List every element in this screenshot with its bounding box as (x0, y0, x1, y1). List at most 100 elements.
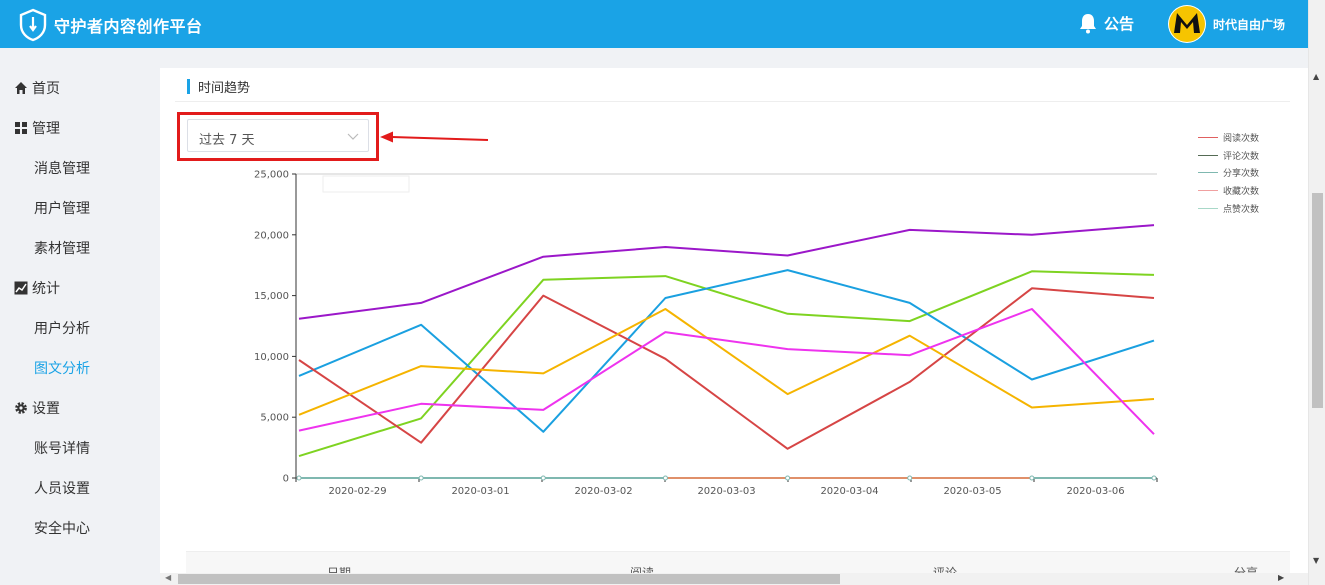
series-line (298, 308, 1155, 416)
sidebar-item-label: 人员设置 (34, 481, 90, 497)
y-tick-label: 0 (283, 474, 289, 485)
title-accent-bar (187, 78, 190, 94)
sidebar: 首页 管理 消息管理 用户管理 素材管理 统计 用户分析 图文分析 设置 账号详… (0, 48, 160, 585)
legend-item[interactable]: 收藏次数 (1198, 182, 1259, 200)
section-title-text: 时间趋势 (198, 80, 251, 96)
vertical-scrollbar[interactable]: ▲ ▼ (1308, 0, 1325, 585)
sidebar-item-manage[interactable]: 管理 (0, 108, 160, 148)
sidebar-item-home[interactable]: 首页 (0, 68, 160, 108)
sidebar-item-label: 管理 (32, 121, 60, 137)
notice-label: 公告 (1104, 14, 1135, 33)
sidebar-item-user-analysis[interactable]: 用户分析 (0, 308, 160, 348)
shield-logo-icon (19, 8, 47, 42)
sidebar-item-user-manage[interactable]: 用户管理 (0, 188, 160, 228)
horizontal-scrollbar[interactable]: ◀ ▶ (160, 573, 1308, 585)
x-tick-label: 2020-03-04 (820, 486, 878, 497)
series-line (298, 224, 1155, 320)
avatar-logo-icon (1169, 6, 1205, 42)
user-menu[interactable]: 时代自由广场 (1168, 5, 1285, 43)
y-tick-label: 25,000 (254, 170, 289, 181)
x-tick-label: 2020-03-05 (943, 486, 1001, 497)
legend-item[interactable]: 阅读次数 (1198, 129, 1259, 147)
series-line (298, 308, 1155, 435)
column-header-date: 日期 (327, 566, 352, 573)
sidebar-item-security-center[interactable]: 安全中心 (0, 508, 160, 548)
data-point (1029, 475, 1035, 481)
sidebar-item-label: 设置 (32, 401, 60, 417)
x-tick-label: 2020-03-03 (697, 486, 755, 497)
legend-item[interactable]: 评论次数 (1198, 147, 1259, 165)
app-title: 守护者内容创作平台 (54, 17, 203, 36)
sidebar-item-settings[interactable]: 设置 (0, 388, 160, 428)
scroll-right-icon[interactable]: ▶ (1278, 573, 1284, 582)
chart-legend: 阅读次数 评论次数 分享次数 收藏次数 点赞次数 (1198, 129, 1259, 217)
legend-swatch (1198, 190, 1218, 192)
sidebar-item-label: 用户分析 (34, 321, 90, 337)
data-point (785, 475, 791, 481)
notice-button[interactable]: 公告 (1078, 12, 1134, 34)
main-panel: 时间趋势 过去 7 天 阅读次数 评论次数 分享次数 收藏次数 点赞次数 0 5,… (160, 68, 1308, 573)
top-header: 守护者内容创作平台 公告 时代自由广场 (0, 0, 1308, 48)
section-title: 时间趋势 (187, 78, 251, 96)
column-header-share: 分享 (1234, 566, 1259, 573)
sidebar-item-label: 账号详情 (34, 441, 90, 457)
y-tick-label: 20,000 (254, 230, 289, 241)
sidebar-item-label: 安全中心 (34, 521, 90, 537)
data-point (907, 475, 913, 481)
legend-item[interactable]: 点赞次数 (1198, 199, 1259, 217)
annotation-highlight-box (177, 112, 379, 161)
home-icon (14, 81, 28, 95)
sidebar-item-material-manage[interactable]: 素材管理 (0, 228, 160, 268)
sidebar-item-label: 消息管理 (34, 161, 90, 177)
sidebar-item-staff-settings[interactable]: 人员设置 (0, 468, 160, 508)
legend-swatch (1198, 172, 1218, 174)
legend-label: 点赞次数 (1223, 204, 1260, 215)
sidebar-item-message-manage[interactable]: 消息管理 (0, 148, 160, 188)
avatar (1168, 5, 1206, 43)
legend-label: 评论次数 (1223, 151, 1260, 162)
annotation-arrow-icon (380, 131, 489, 143)
y-tick-label: 10,000 (254, 352, 289, 363)
legend-item[interactable]: 分享次数 (1198, 164, 1259, 182)
sidebar-item-label: 素材管理 (34, 241, 90, 257)
legend-label: 阅读次数 (1223, 134, 1260, 145)
scroll-down-icon[interactable]: ▼ (1313, 556, 1319, 565)
sidebar-item-label: 用户管理 (34, 201, 90, 217)
legend-swatch (1198, 137, 1218, 139)
data-point (540, 475, 546, 481)
x-tick-label: 2020-03-01 (451, 486, 509, 497)
chart-icon (14, 281, 28, 295)
legend-swatch (1198, 154, 1218, 156)
legend-swatch (1198, 207, 1218, 209)
scroll-left-icon[interactable]: ◀ (165, 573, 171, 582)
scroll-up-icon[interactable]: ▲ (1313, 72, 1319, 81)
data-point (1151, 475, 1157, 481)
sidebar-item-article-analysis[interactable]: 图文分析 (0, 348, 160, 388)
data-point (418, 475, 424, 481)
y-tick-label: 15,000 (254, 291, 289, 302)
username: 时代自由广场 (1213, 17, 1286, 32)
grid-icon (14, 121, 28, 135)
series-line (298, 270, 1155, 458)
column-header-comment: 评论 (933, 566, 958, 573)
sidebar-item-label: 统计 (32, 281, 60, 297)
table-header: 日期 阅读 评论 分享 (186, 551, 1290, 573)
legend-label: 收藏次数 (1223, 187, 1260, 198)
x-tick-label: 2020-03-02 (574, 486, 632, 497)
chart-placeholder-box (322, 175, 410, 193)
sidebar-item-label: 首页 (32, 81, 60, 97)
legend-label: 分享次数 (1223, 169, 1260, 180)
trend-line-chart: 0 5,000 10,000 15,000 20,000 25,000 2020-02-29… (254, 170, 1158, 497)
gear-icon (14, 401, 28, 415)
x-tick-label: 2020-02-29 (328, 486, 386, 497)
sidebar-item-account-details[interactable]: 账号详情 (0, 428, 160, 468)
horizontal-scroll-thumb[interactable] (178, 574, 840, 584)
column-header-read: 阅读 (630, 566, 655, 573)
bell-icon (1080, 14, 1096, 34)
data-point (296, 475, 302, 481)
divider (175, 101, 1290, 102)
sidebar-item-stats[interactable]: 统计 (0, 268, 160, 308)
vertical-scroll-thumb[interactable] (1312, 193, 1323, 408)
y-tick-label: 5,000 (260, 413, 289, 424)
sidebar-item-label: 图文分析 (34, 361, 90, 377)
